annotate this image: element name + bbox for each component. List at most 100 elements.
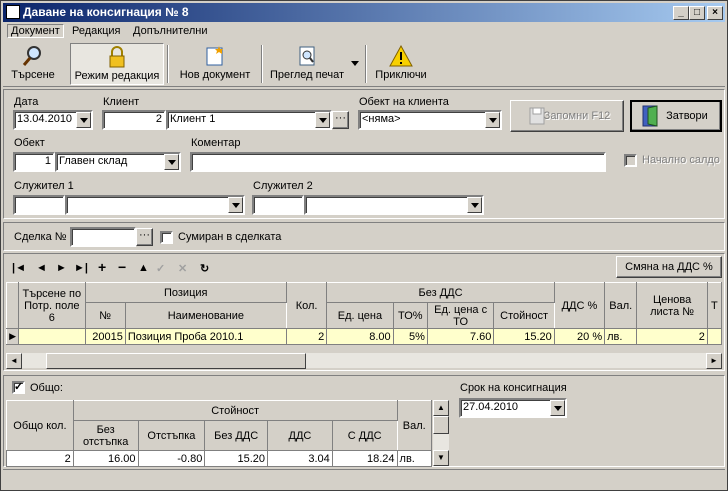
finish-button[interactable]: Приключи bbox=[371, 43, 431, 85]
summed-in-deal-label: Сумиран в сделката bbox=[178, 231, 282, 243]
col-position-header: Позиция bbox=[84, 282, 287, 303]
vat-change-button[interactable]: Смяна на ДДС % bbox=[616, 256, 722, 278]
print-preview-button[interactable]: Преглед печат bbox=[266, 43, 348, 85]
row-indicator-header bbox=[5, 282, 20, 329]
positions-table: Търсене по Потр. поле 6 Позиция Кол. Без… bbox=[5, 282, 723, 345]
chevron-down-icon bbox=[351, 61, 359, 66]
cancel-record-icon[interactable]: ✕ bbox=[178, 262, 187, 275]
client-browse-button[interactable]: ··· bbox=[332, 111, 349, 129]
col-unit-price-to-header[interactable]: Ед. цена с ТО bbox=[426, 302, 495, 329]
edit-mode-button[interactable]: Режим редакция bbox=[70, 43, 164, 85]
table-row[interactable]: ▶ 20015 Позиция Проба 2010.1 2 8.00 5% 7… bbox=[5, 328, 723, 345]
insert-record-icon[interactable]: + bbox=[98, 259, 106, 275]
toolbar-separator bbox=[261, 45, 263, 83]
col-unit-price-header[interactable]: Ед. цена bbox=[326, 302, 394, 329]
col-vat-header[interactable]: ДДС % bbox=[553, 282, 606, 329]
search-button[interactable]: Търсене bbox=[7, 43, 59, 85]
first-record-icon[interactable]: |◄ bbox=[12, 262, 26, 274]
deal-browse-button[interactable]: ··· bbox=[136, 228, 153, 246]
last-record-icon[interactable]: ►| bbox=[74, 262, 88, 274]
initial-balance-checkbox[interactable] bbox=[624, 154, 637, 167]
totals-vat-header: ДДС bbox=[267, 420, 333, 451]
delete-record-icon[interactable]: − bbox=[118, 259, 126, 275]
warning-icon bbox=[389, 45, 413, 67]
scroll-left-icon[interactable]: ◄ bbox=[6, 353, 22, 369]
print-preview-dropdown[interactable] bbox=[349, 43, 361, 85]
close-window-button[interactable]: × bbox=[707, 6, 723, 20]
app-icon bbox=[6, 5, 20, 19]
client-name-field[interactable]: Клиент 1 bbox=[166, 110, 332, 130]
edit-record-icon[interactable]: ▲ bbox=[138, 262, 149, 274]
current-row-indicator-icon: ▶ bbox=[5, 328, 20, 345]
employee2-code-field[interactable] bbox=[252, 195, 304, 215]
totals-no-discount-header: Без отстъпка bbox=[72, 420, 139, 451]
totals-label: Общо: bbox=[30, 382, 63, 394]
title-bar: Даване на консигнация № 8 _ □ × bbox=[3, 3, 725, 22]
col-t-header[interactable]: Т bbox=[706, 282, 723, 329]
summed-in-deal-checkbox[interactable] bbox=[160, 231, 173, 244]
consignment-term-field[interactable]: 27.04.2010 bbox=[459, 398, 567, 418]
deal-label: Сделка № bbox=[14, 231, 67, 243]
totals-checkbox[interactable] bbox=[12, 380, 25, 394]
col-no-vat-header: Без ДДС bbox=[326, 282, 555, 303]
object-name-field[interactable]: Главен склад bbox=[55, 152, 181, 172]
col-price-list-header[interactable]: Ценова листа № bbox=[636, 282, 708, 329]
object-code-field[interactable]: 1 bbox=[13, 152, 55, 172]
positions-horizontal-scrollbar[interactable]: ◄ ► bbox=[6, 352, 722, 369]
col-to-header[interactable]: ТО% bbox=[392, 302, 428, 329]
col-name-header[interactable]: Наименование bbox=[124, 302, 287, 329]
menu-extras[interactable]: Допълнителни bbox=[133, 25, 207, 37]
scroll-thumb[interactable] bbox=[433, 416, 449, 434]
totals-table: Общо кол. Стойност Вал. Без отстъпка Отс… bbox=[6, 400, 433, 467]
prior-record-icon[interactable]: ◄ bbox=[36, 262, 47, 274]
chevron-down-icon[interactable] bbox=[76, 112, 91, 128]
new-document-icon bbox=[206, 46, 223, 66]
menu-edit[interactable]: Редакция bbox=[72, 25, 120, 37]
next-record-icon[interactable]: ► bbox=[56, 262, 67, 274]
totals-value-header: Стойност bbox=[72, 400, 398, 421]
minimize-button[interactable]: _ bbox=[673, 6, 689, 20]
col-value-header[interactable]: Стойност bbox=[493, 302, 555, 329]
totals-currency-header: Вал. bbox=[396, 400, 433, 451]
positions-panel: |◄ ◄ ► ►| + − ▲ ✓ ✕ ↻ Смяна на ДДС % Тър… bbox=[3, 253, 725, 371]
chevron-down-icon[interactable] bbox=[228, 197, 243, 213]
menu-document[interactable]: Документ bbox=[7, 24, 64, 38]
scroll-right-icon[interactable]: ► bbox=[706, 353, 722, 369]
col-qty-header[interactable]: Кол. bbox=[285, 282, 328, 329]
employee1-name-field[interactable] bbox=[65, 195, 245, 215]
scroll-up-icon[interactable]: ▲ bbox=[433, 400, 449, 416]
employee1-code-field[interactable] bbox=[13, 195, 65, 215]
col-search-header[interactable]: Търсене по Потр. поле 6 bbox=[18, 282, 86, 329]
lock-icon bbox=[109, 46, 125, 68]
chevron-down-icon[interactable] bbox=[467, 197, 482, 213]
scroll-thumb[interactable] bbox=[46, 353, 306, 369]
client-object-field[interactable]: <няма> bbox=[358, 110, 502, 130]
magnifier-icon bbox=[22, 46, 41, 66]
client-code-field[interactable]: 2 bbox=[102, 110, 166, 130]
chevron-down-icon[interactable] bbox=[485, 112, 500, 128]
col-currency-header[interactable]: Вал. bbox=[604, 282, 638, 329]
close-button[interactable]: Затвори bbox=[630, 100, 722, 132]
chevron-down-icon[interactable] bbox=[550, 400, 565, 416]
comment-field[interactable] bbox=[190, 152, 606, 172]
date-label: Дата bbox=[14, 96, 39, 108]
employee2-name-field[interactable] bbox=[304, 195, 484, 215]
refresh-icon[interactable]: ↻ bbox=[200, 262, 209, 275]
post-record-icon[interactable]: ✓ bbox=[156, 262, 165, 275]
totals-with-vat-header: С ДДС bbox=[331, 420, 398, 451]
consignment-term-label: Срок на консигнация bbox=[460, 382, 567, 394]
deal-field[interactable] bbox=[70, 227, 136, 247]
maximize-button[interactable]: □ bbox=[689, 6, 705, 20]
date-field[interactable]: 13.04.2010 bbox=[13, 110, 93, 130]
chevron-down-icon[interactable] bbox=[315, 112, 330, 128]
totals-vertical-scrollbar[interactable]: ▲ ▼ bbox=[433, 400, 449, 466]
totals-discount-header: Отстъпка bbox=[137, 420, 206, 451]
toolbar-separator bbox=[167, 45, 169, 83]
client-object-label: Обект на клиента bbox=[359, 96, 449, 108]
col-no-header[interactable]: № bbox=[84, 302, 126, 329]
client-label: Клиент bbox=[103, 96, 140, 108]
save-button[interactable]: Запомни F12 bbox=[510, 100, 624, 132]
scroll-down-icon[interactable]: ▼ bbox=[433, 450, 449, 466]
new-document-button[interactable]: Нов документ bbox=[175, 43, 255, 85]
chevron-down-icon[interactable] bbox=[164, 154, 179, 170]
